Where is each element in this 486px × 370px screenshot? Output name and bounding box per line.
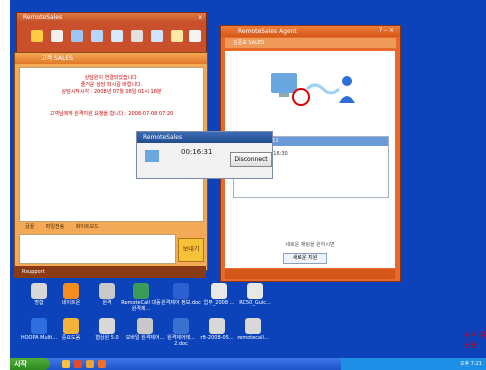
window-icon[interactable]	[111, 30, 123, 42]
close-icon[interactable]: x	[198, 14, 202, 21]
disconnect-button[interactable]: Disconnect	[230, 152, 272, 167]
file-transfer-button[interactable]: 파일전송	[46, 224, 64, 230]
chat-line: 상담원이 연결되었습니다.	[84, 75, 139, 81]
monitor-icon	[145, 150, 159, 162]
quicklaunch-icon[interactable]	[62, 360, 70, 368]
window-controls[interactable]: ? – ×	[379, 27, 394, 34]
desktop: 명함 네이트온 원격 RemoteCall 대동원격제... 원격제어 정보.d…	[10, 0, 486, 370]
send-button[interactable]: 보내기	[178, 238, 204, 262]
remotecall-icon	[133, 283, 149, 299]
rsupport-bar: Rsupport	[14, 266, 206, 278]
doc-icon	[247, 283, 263, 299]
doc-icon	[173, 283, 189, 299]
grid-icon[interactable]	[131, 30, 143, 42]
nateon-icon	[63, 283, 79, 299]
consultation-title: 고객 SALES	[15, 53, 207, 64]
share-icon[interactable]	[151, 30, 163, 42]
remote-icon	[99, 283, 115, 299]
mobile-icon	[137, 318, 153, 334]
new-support-button[interactable]: 새로운 지원	[283, 253, 327, 264]
doc-icon	[173, 318, 189, 334]
start-button[interactable]: 시작	[10, 358, 50, 370]
user-icon[interactable]	[171, 30, 183, 42]
new-chat-note: 새로운 채팅을 원하시면	[285, 242, 335, 248]
file-icon	[245, 318, 261, 334]
gear-icon[interactable]	[189, 30, 201, 42]
desktop-icon[interactable]: remotecall...	[232, 318, 274, 341]
chat-line: 즐거운 상담 되시길 바랍니다.	[80, 82, 143, 88]
agent-title: RemoteSales Agent	[221, 26, 400, 37]
chat-line: 상담시작시각 : 2008년 07월 08일 01시 18분	[61, 89, 162, 95]
remote-logo	[267, 59, 357, 119]
popup-title: RemoteSales	[137, 132, 272, 143]
desktop-icon[interactable]: RC50_Guic...	[234, 283, 276, 306]
file-icon	[209, 318, 225, 334]
system-tray: 오후 7:21	[341, 358, 486, 370]
ie-icon	[31, 318, 47, 334]
chat-input[interactable]	[19, 234, 176, 264]
monitor-icon[interactable]	[91, 30, 103, 42]
rsupport-label: Rsupport	[22, 269, 45, 275]
quicklaunch-icon[interactable]	[98, 360, 106, 368]
desktop-icon[interactable]: 협상원 5.0	[86, 318, 128, 341]
watermark-text: 원격 지원용	[464, 331, 486, 349]
desktop-icon[interactable]: RemoteCall 대동원격제...	[120, 283, 162, 312]
remotesales-toolbar: RemoteSales x	[16, 12, 207, 54]
session-timer: 00:16:31	[181, 148, 213, 156]
agent-subtitle: 김준모 SALES	[225, 38, 396, 48]
help-icon	[63, 318, 79, 334]
doc-icon	[211, 283, 227, 299]
desktop-icon[interactable]: 원격제어 정보.doc	[160, 283, 202, 306]
pen-icon[interactable]	[31, 30, 43, 42]
agent-bottom-bar	[225, 269, 395, 279]
card-icon	[31, 283, 47, 299]
quicklaunch-icon[interactable]	[86, 360, 94, 368]
play-icon[interactable]	[51, 30, 63, 42]
app-icon	[99, 318, 115, 334]
remotesales-popup: RemoteSales 00:16:31 Disconnect	[136, 131, 273, 179]
chat-tools: 글꼴 파일전송 화이트보드	[19, 222, 202, 232]
taskbar: 시작 오후 7:21	[10, 358, 486, 370]
left-margin	[0, 0, 10, 370]
toolbar-title: RemoteSales	[17, 13, 206, 22]
quicklaunch-icon[interactable]	[74, 360, 82, 368]
whiteboard-button[interactable]: 화이트보드	[76, 224, 99, 230]
screen-icon[interactable]	[71, 30, 83, 42]
clock: 오후 7:21	[459, 361, 482, 367]
font-button[interactable]: 글꼴	[25, 224, 34, 230]
chat-line: 고객님에게 원격지원 요청을 합니다 : 2008-07-08 07:20	[49, 111, 174, 117]
